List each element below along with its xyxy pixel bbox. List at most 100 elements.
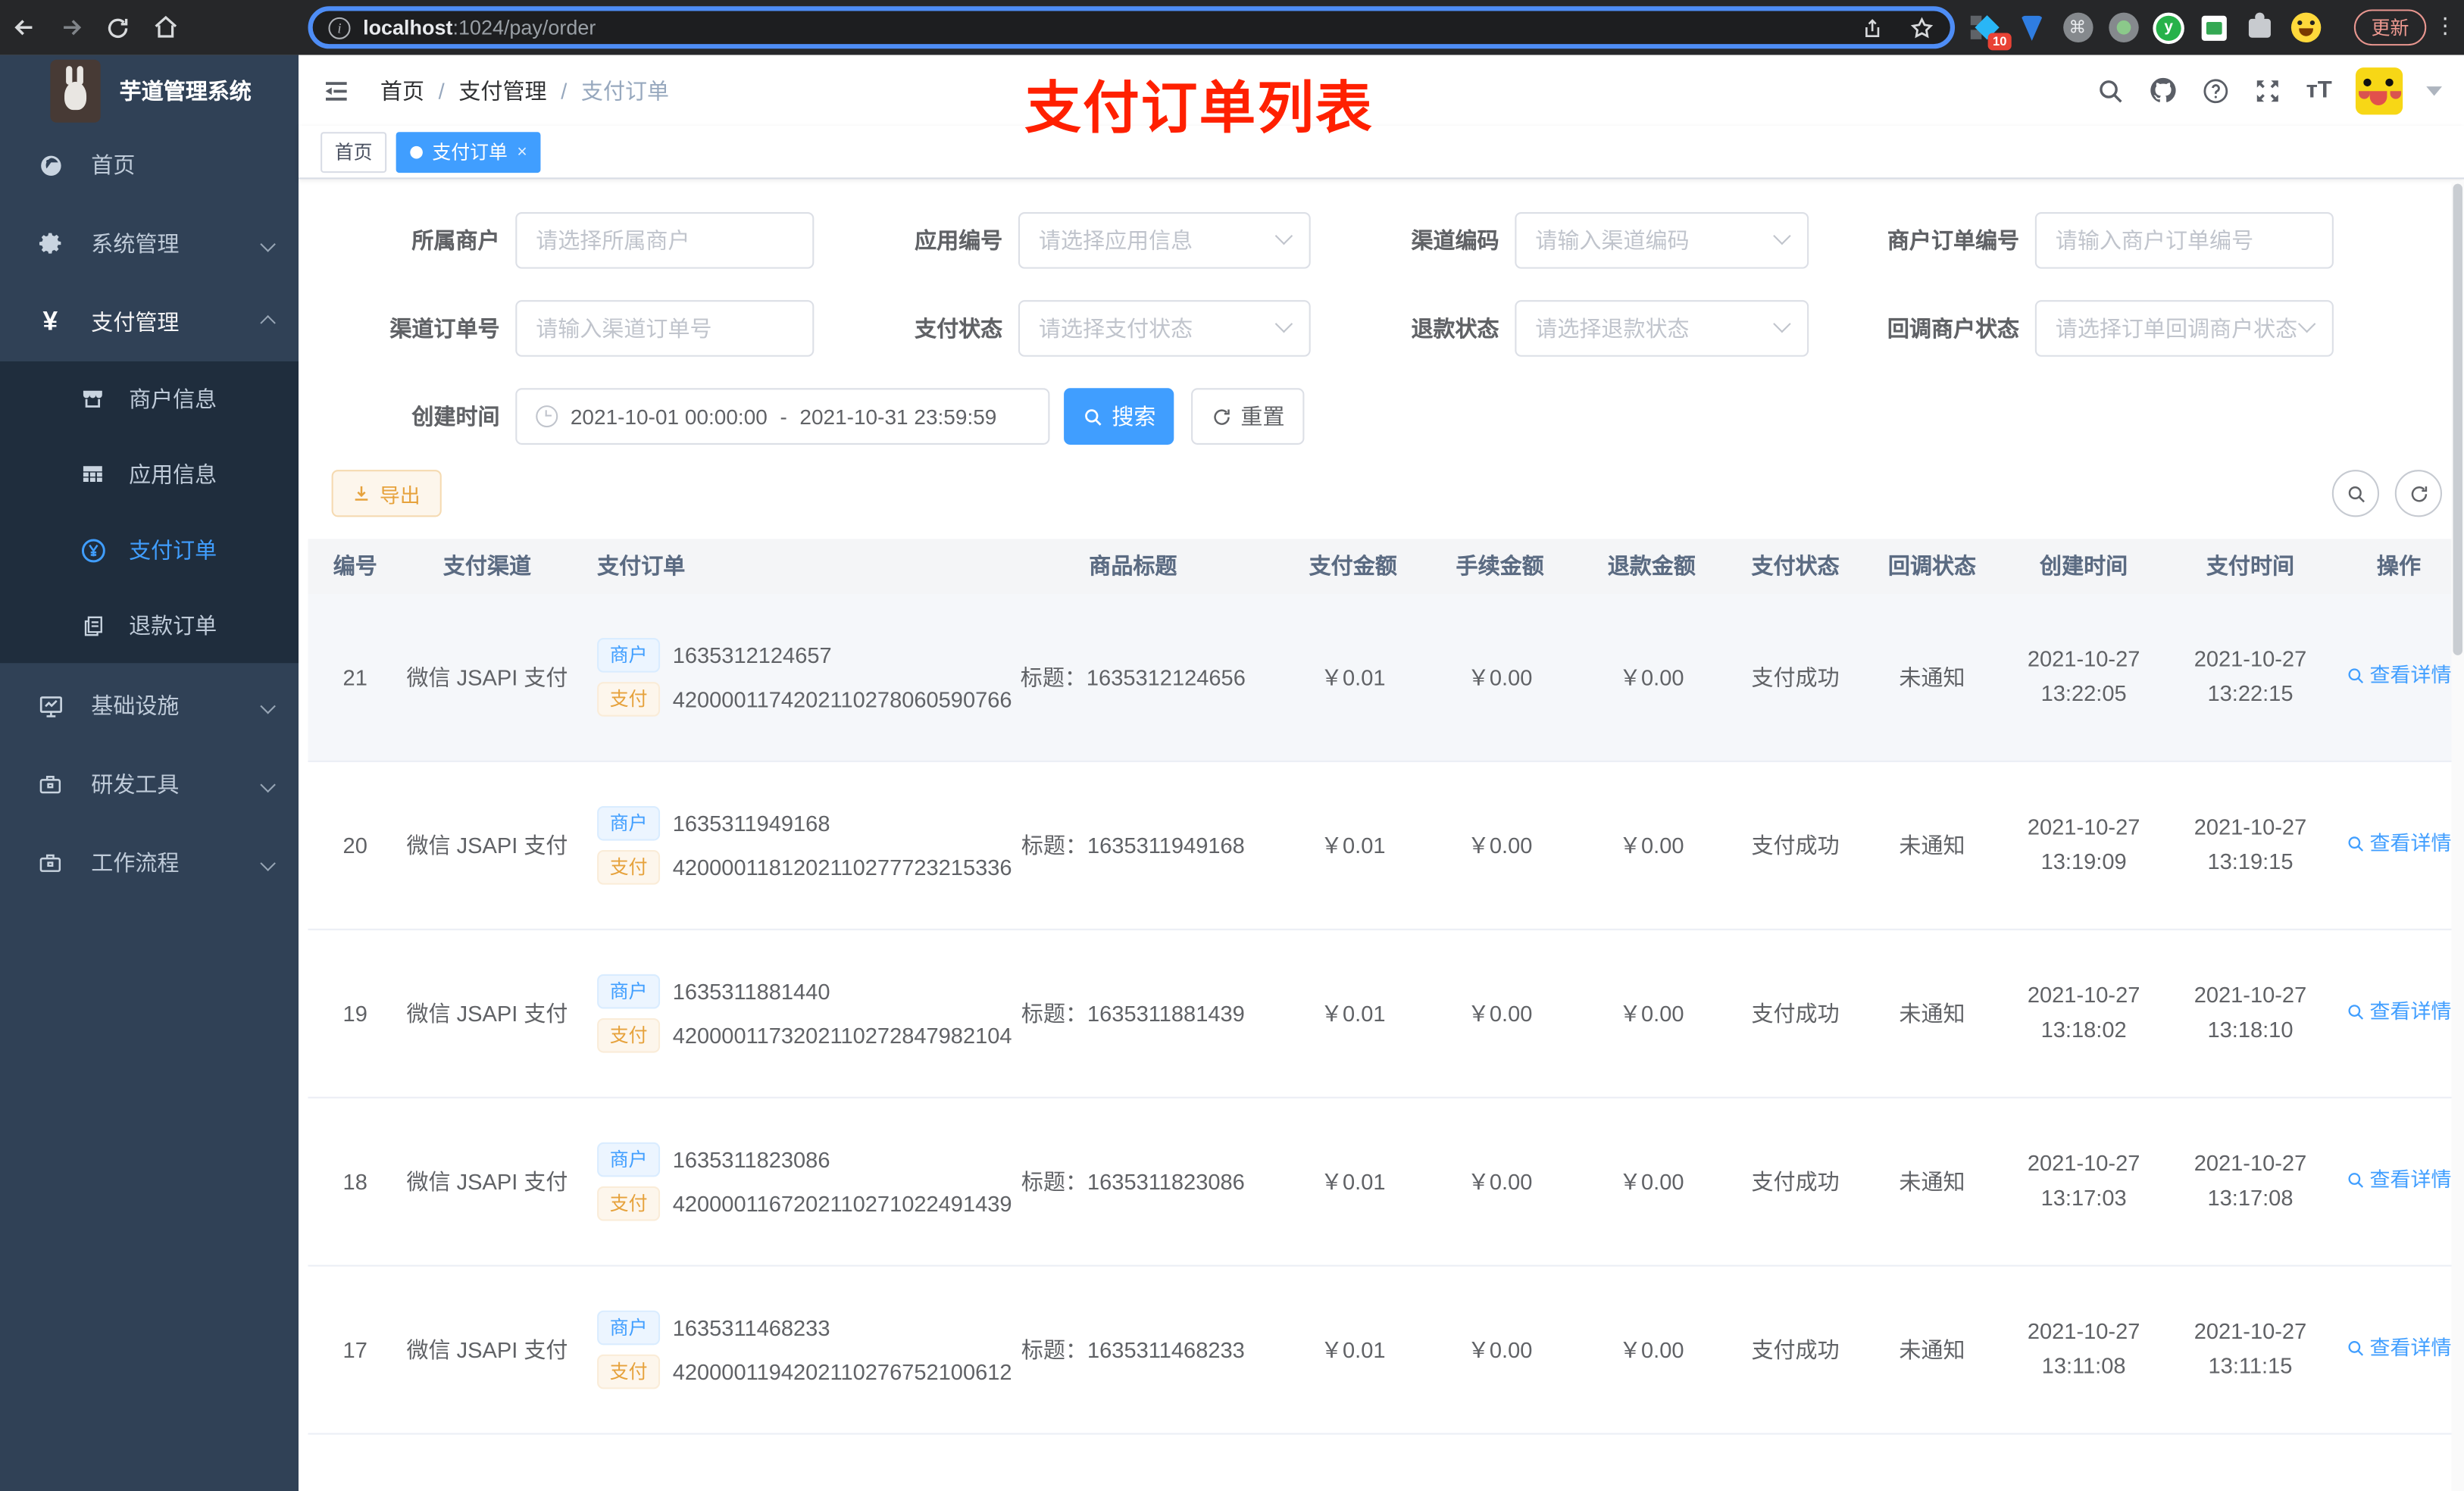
chevron-down-icon (260, 697, 276, 714)
table-row[interactable]: 19 微信 JSAPI 支付 商户 1635311881440 支付 4200001… (308, 930, 2464, 1099)
sidebar-fold-icon[interactable] (321, 75, 352, 106)
sidebar-item-system[interactable]: 系统管理 (0, 205, 299, 283)
site-info-icon[interactable]: i (328, 16, 351, 39)
col-header-title: 商品标题 (1089, 553, 1177, 579)
breadcrumb-current: 支付订单 (580, 77, 670, 103)
table-row[interactable]: 18 微信 JSAPI 支付 商户 1635311823086 支付 4200001… (308, 1099, 2464, 1267)
sidebar-item-workflow[interactable]: 工作流程 (0, 824, 299, 902)
share-icon[interactable] (1861, 15, 1884, 40)
sidebar-item-pay-order[interactable]: 支付订单 (0, 512, 299, 588)
view-detail-link[interactable]: 查看详情 (2346, 1164, 2451, 1195)
github-icon[interactable] (2149, 76, 2178, 105)
cell-amount: ￥0.01 (1320, 1168, 1386, 1194)
filter-row-1: 所属商户 应用编号 请选择应用信息 渠道编码 请输入渠道编码 商户订单编号 (311, 211, 2464, 269)
channel-order-no-input[interactable] (515, 300, 815, 357)
sidebar-item-label: 研发工具 (91, 771, 180, 797)
export-button-label: 导出 (379, 483, 421, 507)
tab-home[interactable]: 首页 (321, 131, 387, 173)
notify-status-select[interactable]: 请选择订单回调商户状态 (2034, 300, 2334, 357)
view-detail-link[interactable]: 查看详情 (2346, 828, 2451, 858)
sidebar-item-label: 系统管理 (91, 230, 180, 257)
merchant-order-no: 1635311881440 (672, 978, 830, 1004)
view-detail-link[interactable]: 查看详情 (2346, 1333, 2451, 1363)
sidebar-item-refund-order[interactable]: 退款订单 (0, 588, 299, 664)
refund-status-select[interactable]: 请选择退款状态 (1515, 300, 1809, 357)
puzzle-extension-icon[interactable] (2244, 11, 2275, 43)
merchant-input-field[interactable] (536, 227, 794, 253)
col-header-notify-status: 回调状态 (1887, 553, 1977, 579)
forward-icon[interactable] (47, 4, 94, 51)
table-row-partial[interactable]: 商户1635311251726 (308, 1435, 2464, 1490)
cell-pay-time: 2021-10-27 13:22:15 (2194, 646, 2307, 706)
browser-chrome: i localhost:1024/pay/order 10 ⌘ y 更新 ⋮ (0, 0, 2464, 55)
merchant-input[interactable] (515, 211, 815, 269)
user-avatar[interactable] (2355, 67, 2403, 114)
dot-extension-icon[interactable] (2107, 12, 2138, 43)
cell-notify-status: 未通知 (1899, 1168, 1965, 1194)
browser-menu-icon[interactable]: ⋮ (2434, 13, 2456, 39)
sidebar-item-infrastructure[interactable]: 基础设施 (0, 666, 299, 745)
breadcrumb-payment[interactable]: 支付管理 (458, 75, 546, 106)
browser-update-button[interactable]: 更新 (2353, 9, 2427, 46)
help-icon[interactable] (2203, 77, 2231, 105)
sketch-extension-icon[interactable]: 10 (1970, 12, 2012, 50)
merchant-order-no-field[interactable] (2055, 227, 2313, 253)
search-button[interactable]: 搜索 (1064, 388, 1174, 445)
merchant-tag: 商户 (597, 1310, 661, 1346)
search-icon[interactable] (2097, 77, 2125, 105)
font-size-icon[interactable]: тT (2306, 77, 2332, 104)
emoji-extension-icon[interactable] (2290, 12, 2321, 43)
view-detail-link[interactable]: 查看详情 (2346, 660, 2451, 690)
pay-status-select[interactable]: 请选择支付状态 (1018, 300, 1311, 357)
sidebar-item-merchant-info[interactable]: 商户信息 (0, 361, 299, 437)
tab-pay-order[interactable]: 支付订单 × (396, 131, 542, 173)
sidebar-item-payment[interactable]: ¥ 支付管理 (0, 283, 299, 361)
reload-icon[interactable] (94, 4, 141, 51)
reset-button[interactable]: 重置 (1191, 388, 1305, 445)
export-button[interactable]: 导出 (331, 470, 442, 517)
cell-channel: 微信 JSAPI 支付 (406, 832, 568, 858)
sidebar-item-dev-tools[interactable]: 研发工具 (0, 745, 299, 824)
col-header-pay-status: 支付状态 (1751, 553, 1840, 579)
channel-order-no-field[interactable] (536, 315, 794, 342)
home-icon[interactable] (142, 4, 189, 51)
bookmark-star-icon[interactable] (1909, 15, 1934, 40)
cell-fee: ￥0.00 (1467, 832, 1533, 858)
view-detail-link[interactable]: 查看详情 (2346, 996, 2451, 1027)
cell-notify-status: 未通知 (1899, 1336, 1965, 1362)
sidebar-item-home[interactable]: 首页 (0, 126, 299, 205)
app-select[interactable]: 请选择应用信息 (1018, 211, 1311, 269)
command-extension-icon[interactable]: ⌘ (2062, 12, 2093, 43)
table-row[interactable]: 21 微信 JSAPI 支付 商户 1635312124657 支付 4200001… (308, 593, 2464, 762)
channel-code-select[interactable]: 请输入渠道编码 (1515, 211, 1809, 269)
cell-pay-order: 商户 1635311949168 支付 4200001181202110277723… (572, 797, 1012, 895)
main-area: 首页 / 支付管理 / 支付订单 支付订单列表 тT 首页 支付订单 × 所属商… (299, 55, 2464, 1491)
page-scrollbar[interactable] (2451, 180, 2464, 1491)
avatar-caret-icon[interactable] (2426, 86, 2442, 95)
create-time-range-picker[interactable]: 2021-10-01 00:00:00 - 2021-10-31 23:59:5… (515, 388, 1050, 445)
table-toolbar: 导出 (331, 470, 2442, 517)
cell-pay-time: 2021-10-27 13:18:10 (2194, 982, 2307, 1042)
table-row[interactable]: 17 微信 JSAPI 支付 商户 1635311468233 支付 4200001… (308, 1267, 2464, 1435)
app-logo-row[interactable]: 芋道管理系统 (0, 55, 299, 126)
cell-id: 18 (342, 1168, 367, 1194)
close-tab-icon[interactable]: × (517, 142, 527, 161)
cell-pay-status: 支付成功 (1751, 832, 1840, 858)
fullscreen-icon[interactable] (2254, 77, 2282, 105)
breadcrumb-home[interactable]: 首页 (380, 75, 424, 106)
show-search-button[interactable] (2331, 470, 2380, 517)
address-bar[interactable]: i localhost:1024/pay/order (308, 6, 1956, 49)
cell-title: 标题：1635311881439 (1021, 1000, 1245, 1026)
gem-extension-icon[interactable] (2016, 12, 2047, 43)
merchant-order-no-input[interactable] (2034, 211, 2334, 269)
y-extension-icon[interactable]: y (2153, 11, 2184, 44)
chat-extension-icon[interactable] (2199, 12, 2230, 43)
chevron-down-icon (1773, 314, 1791, 333)
pay-order-no: 4200001167202110271022491439 (672, 1190, 1012, 1216)
app-title: 芋道管理系统 (119, 77, 252, 103)
sidebar-item-app-info[interactable]: 应用信息 (0, 437, 299, 513)
cell-channel: 微信 JSAPI 支付 (406, 1336, 568, 1362)
back-icon[interactable] (0, 4, 47, 51)
refresh-table-button[interactable] (2394, 470, 2442, 517)
table-row[interactable]: 20 微信 JSAPI 支付 商户 1635311949168 支付 4200001… (308, 762, 2464, 930)
